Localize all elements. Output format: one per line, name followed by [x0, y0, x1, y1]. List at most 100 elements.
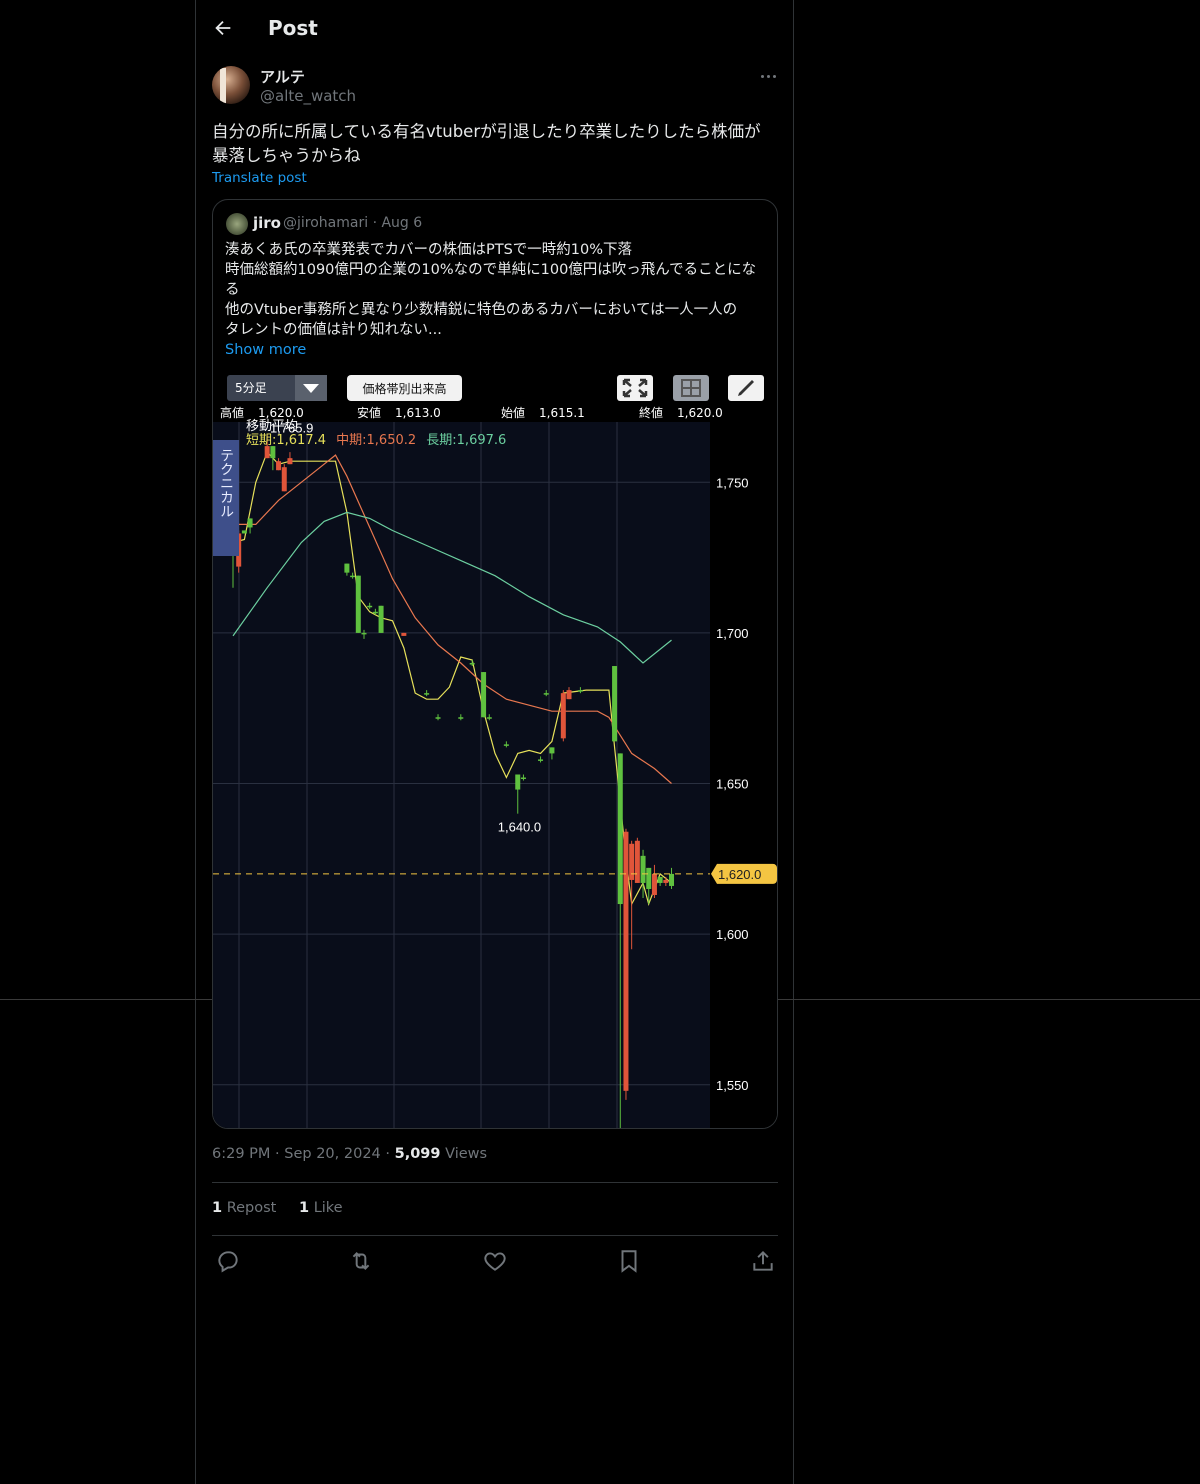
candle-body — [538, 759, 544, 761]
post-date[interactable]: Sep 20, 2024 — [284, 1146, 381, 1162]
technical-side-tab: テクニカル — [213, 440, 239, 556]
dropdown-arrow-icon — [295, 375, 327, 401]
fullscreen-icon — [617, 375, 653, 401]
stat-low-value: 1,613.0 — [395, 406, 441, 420]
back-arrow-icon[interactable] — [212, 17, 234, 39]
y-tick-label: 1,650 — [716, 777, 749, 792]
candle-body — [424, 693, 430, 695]
candle-body — [617, 753, 623, 905]
stat-open: 始値 1,615.1 — [501, 404, 585, 421]
views-count: 5,099 — [394, 1146, 441, 1162]
candle-body — [344, 563, 350, 573]
stat-high-label: 高値 — [220, 406, 245, 420]
repost-stat[interactable]: 1 Repost — [212, 1200, 276, 1216]
candle-body — [378, 605, 384, 633]
ma-legend: 移動平均 短期:1,617.4 中期:1,650.2 長期:1,697.6 — [246, 420, 506, 448]
ma-line — [232, 511, 672, 664]
show-more-link[interactable]: Show more — [225, 342, 306, 358]
candle-body — [560, 693, 566, 739]
candle-body — [481, 672, 487, 718]
quoted-post[interactable]: jiro @jirohamari · Aug 6 湊あくあ氏の卒業発表でカバーの… — [212, 199, 778, 1129]
candle-body — [612, 666, 618, 742]
stat-open-value: 1,615.1 — [539, 406, 585, 420]
ma-title: 移動平均 — [246, 419, 299, 434]
quoted-meta: @jirohamari · Aug 6 — [283, 215, 422, 231]
quoted-author-handle: @jirohamari — [283, 215, 369, 231]
action-bar — [212, 1246, 778, 1274]
candle-body — [503, 744, 509, 746]
price-chart: 1,7501,7001,6501,6001,5501,620.01,765.91… — [213, 420, 777, 1128]
y-tick-label: 1,700 — [716, 626, 749, 641]
post-time[interactable]: 6:29 PM — [212, 1146, 270, 1162]
y-tick-label: 1,550 — [716, 1078, 749, 1093]
post-header: Post — [212, 10, 318, 46]
repost-label: Repost — [226, 1200, 277, 1216]
quoted-author-name[interactable]: jiro — [253, 214, 281, 232]
quoted-text-line: 他のVtuber事務所と異なり少数精鋭に特色のあるカバーにおいては一人一人の — [225, 302, 738, 318]
page-title: Post — [268, 16, 318, 40]
post-text-line: 暴落しちゃうからね — [212, 146, 361, 165]
ma-line — [232, 450, 672, 906]
candle-body — [543, 693, 549, 695]
ma-short: 短期:1,617.4 — [246, 433, 326, 448]
quoted-avatar[interactable] — [226, 213, 248, 235]
ma-values: 短期:1,617.4 中期:1,650.2 長期:1,697.6 — [246, 434, 506, 448]
candle-body — [651, 873, 657, 896]
reply-icon[interactable] — [215, 1248, 241, 1274]
stat-low-label: 安値 — [357, 406, 382, 420]
ma-mid: 中期:1,650.2 — [336, 433, 417, 448]
stat-close-value: 1,620.0 — [677, 406, 723, 420]
like-icon[interactable] — [482, 1248, 508, 1274]
bookmark-icon[interactable] — [616, 1248, 642, 1274]
divider — [212, 1235, 778, 1236]
candle-body — [549, 747, 555, 754]
interval-select: 5分足 — [227, 375, 327, 401]
avatar[interactable] — [212, 66, 250, 104]
candle-body — [276, 461, 282, 471]
like-stat[interactable]: 1 Like — [299, 1200, 343, 1216]
author-handle[interactable]: @alte_watch — [260, 87, 356, 105]
candle-body — [515, 774, 521, 790]
candle-body — [566, 690, 572, 700]
more-options-icon[interactable] — [756, 66, 780, 86]
like-label: Like — [313, 1200, 343, 1216]
stat-high-value: 1,620.0 — [258, 406, 304, 420]
candle-body — [401, 632, 407, 636]
candle-body — [663, 879, 669, 883]
y-tick-label: 1,600 — [716, 927, 749, 942]
quoted-text-line: 時価総額約1090億円の企業の10%なので単純に100億円は吹っ飛んでることにな — [225, 262, 757, 278]
interval-label: 5分足 — [235, 381, 267, 395]
candle-body — [372, 611, 378, 614]
volume-profile-button: 価格帯別出来高 — [347, 375, 462, 401]
candle-body — [281, 467, 287, 492]
ma-line — [233, 454, 672, 784]
repost-count: 1 — [212, 1200, 223, 1216]
views-label: Views — [445, 1146, 488, 1162]
candle-body — [241, 530, 247, 534]
share-icon[interactable] — [750, 1248, 776, 1274]
last-price-label: 1,620.0 — [718, 867, 761, 882]
candle-body — [458, 717, 464, 719]
candle-body — [367, 605, 373, 608]
candle-body — [629, 843, 635, 880]
translate-post-link[interactable]: Translate post — [212, 170, 307, 186]
repost-icon[interactable] — [348, 1248, 374, 1274]
stat-low: 安値 1,613.0 — [357, 404, 441, 421]
candle-body — [634, 840, 640, 883]
quoted-date: Aug 6 — [381, 215, 423, 231]
candle-body — [361, 632, 367, 635]
candle-body — [355, 575, 361, 633]
author-name[interactable]: アルテ — [260, 66, 305, 87]
candle-body — [640, 855, 646, 883]
candle-body — [623, 831, 629, 1091]
price-annotation: 1,640.0 — [498, 820, 541, 835]
post-text: 自分の所に所属している有名vtuberが引退したり卒業したりしたら株価が 暴落し… — [212, 120, 782, 168]
chart-image[interactable]: 5分足 価格帯別出来高 高値 1,620.0 安値 1,613.0 始値 1,615.… — [213, 372, 777, 1128]
candle-body — [247, 518, 253, 528]
candle-body — [646, 867, 652, 889]
dot-separator: · — [385, 1146, 395, 1162]
stat-open-label: 始値 — [501, 406, 526, 420]
quoted-text-line: タレントの価値は計り知れない... — [225, 322, 442, 338]
post-meta: 6:29 PM · Sep 20, 2024 · 5,099 Views — [212, 1146, 487, 1162]
quoted-text-line: 湊あくあ氏の卒業発表でカバーの株価はPTSで一時約10%下落 — [225, 242, 633, 258]
